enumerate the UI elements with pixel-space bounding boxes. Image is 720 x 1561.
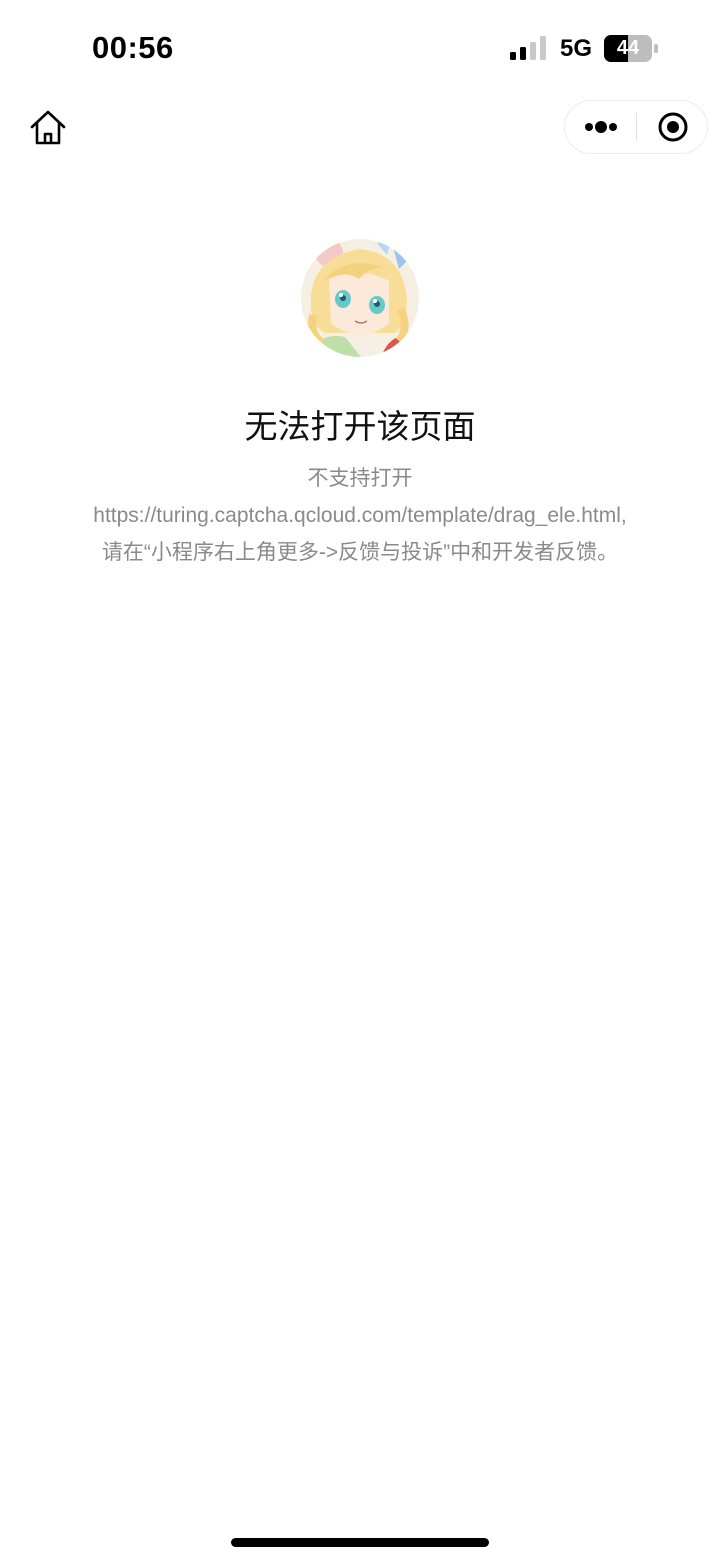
- status-time: 00:56: [92, 30, 174, 65]
- error-desc-url: https://turing.captcha.qcloud.com/templa…: [93, 504, 627, 527]
- cellular-signal-icon: [510, 36, 546, 60]
- error-description: 不支持打开 https://turing.captcha.qcloud.com/…: [20, 460, 700, 571]
- home-icon: [30, 110, 66, 145]
- more-dots-icon: [585, 121, 617, 133]
- battery-level: 44: [616, 37, 640, 59]
- home-button[interactable]: [28, 108, 68, 148]
- capsule-divider: [636, 113, 637, 141]
- network-type: 5G: [560, 35, 593, 62]
- mini-program-avatar: [301, 239, 419, 357]
- error-desc-line-3: 请在“小程序右上角更多->反馈与投诉”中和开发者反馈。: [101, 541, 619, 564]
- error-desc-line-1: 不支持打开: [307, 467, 413, 490]
- status-bar: 00:56 5G 44: [0, 0, 720, 96]
- close-button[interactable]: [638, 101, 708, 153]
- target-close-icon: [658, 112, 688, 142]
- error-title: 无法打开该页面: [244, 408, 476, 445]
- more-button[interactable]: [565, 101, 637, 153]
- home-indicator[interactable]: [231, 1538, 489, 1547]
- mini-program-capsule: [564, 100, 708, 154]
- anime-avatar-image: [301, 239, 419, 357]
